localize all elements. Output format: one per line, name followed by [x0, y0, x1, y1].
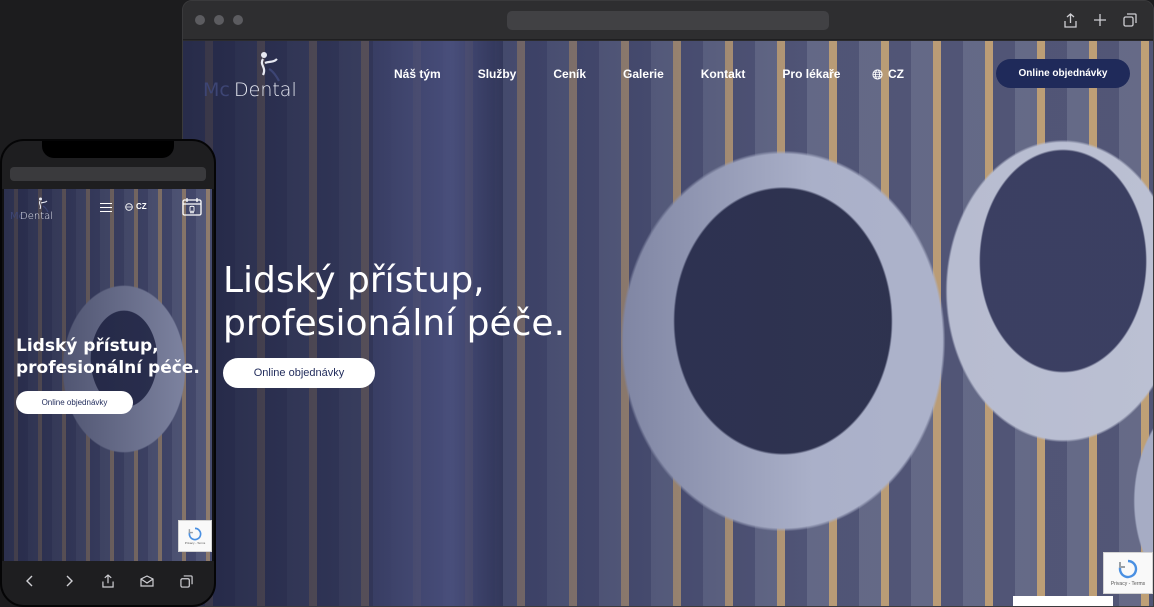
mobile-site-logo[interactable]: Mc Dental	[10, 197, 70, 223]
hero-title-line-2: profesionální péče.	[223, 303, 566, 344]
hamburger-menu-icon[interactable]	[100, 203, 112, 215]
hero-title-line-1: Lidský přístup,	[223, 260, 485, 301]
hero-title: Lidský přístup, profesionální péče.	[223, 259, 643, 345]
nav-item-team[interactable]: Náš tým	[394, 67, 441, 81]
share-icon[interactable]	[101, 574, 115, 588]
site-logo[interactable]: Mc Dental	[203, 51, 323, 101]
mobile-address-bar[interactable]	[10, 167, 206, 181]
browser-actions	[1063, 11, 1137, 29]
website-hero: Mc Dental Náš tým Služby Ceník Galerie K…	[183, 41, 1153, 606]
language-switcher[interactable]: CZ	[872, 67, 904, 81]
main-navigation: Náš tým Služby Ceník Galerie Kontakt Pro…	[394, 67, 840, 81]
zoom-dot[interactable]	[233, 15, 243, 25]
recaptcha-badge[interactable]: Privacy - Terms	[1103, 552, 1153, 594]
online-booking-button-hero[interactable]: Online objednávky	[223, 358, 375, 388]
back-icon[interactable]	[23, 574, 37, 588]
mobile-browser-bottom-bar	[2, 561, 214, 605]
globe-icon	[872, 68, 883, 80]
language-label: CZ	[888, 67, 904, 81]
address-bar[interactable]	[507, 11, 829, 30]
browser-toolbar	[183, 1, 1153, 40]
mobile-language-switcher[interactable]: CZ	[125, 202, 147, 211]
forward-icon[interactable]	[62, 574, 76, 588]
bookmarks-icon[interactable]	[140, 574, 154, 588]
language-label: CZ	[136, 202, 147, 211]
mobile-website-hero: Mc Dental CZ Lidský přístup, profesionál…	[4, 189, 212, 561]
nav-item-services[interactable]: Služby	[478, 67, 517, 81]
online-booking-button-header[interactable]: Online objednávky	[996, 59, 1130, 88]
share-icon[interactable]	[1063, 11, 1077, 29]
desktop-browser-window: Mc Dental Náš tým Služby Ceník Galerie K…	[182, 0, 1154, 607]
logo-mc-text: Mc	[203, 79, 230, 101]
minimize-dot[interactable]	[214, 15, 224, 25]
tabs-icon[interactable]	[179, 574, 193, 588]
mobile-recaptcha-badge[interactable]: Privacy - Terms	[178, 520, 212, 552]
recaptcha-icon	[188, 527, 202, 541]
globe-icon	[125, 202, 133, 211]
hero-title-line-2: profesionální péče.	[16, 358, 200, 378]
mobile-device: Mc Dental CZ Lidský přístup, profesionál…	[0, 139, 216, 607]
tabs-icon[interactable]	[1123, 11, 1137, 29]
mobile-browser-toolbar	[2, 141, 214, 189]
footer-edge	[1013, 596, 1113, 606]
recaptcha-text: Privacy - Terms	[184, 541, 206, 545]
new-tab-icon[interactable]	[1093, 11, 1107, 29]
logo-dental-text: Dental	[20, 211, 54, 222]
hero-title-line-1: Lidský přístup,	[16, 336, 159, 356]
mobile-hero-title: Lidský přístup, profesionální péče.	[16, 335, 200, 379]
logo-dental-text: Dental	[234, 79, 297, 101]
calendar-booking-icon[interactable]	[182, 197, 202, 216]
nav-item-contact[interactable]: Kontakt	[701, 67, 746, 81]
nav-item-gallery[interactable]: Galerie	[623, 67, 664, 81]
close-dot[interactable]	[195, 15, 205, 25]
device-notch	[42, 141, 174, 158]
nav-item-for-doctors[interactable]: Pro lékaře	[782, 67, 840, 81]
nav-item-pricing[interactable]: Ceník	[553, 67, 586, 81]
recaptcha-text: Privacy - Terms	[1110, 581, 1146, 587]
recaptcha-icon	[1118, 559, 1138, 579]
window-controls	[195, 15, 243, 25]
mobile-online-booking-button[interactable]: Online objednávky	[16, 391, 133, 414]
